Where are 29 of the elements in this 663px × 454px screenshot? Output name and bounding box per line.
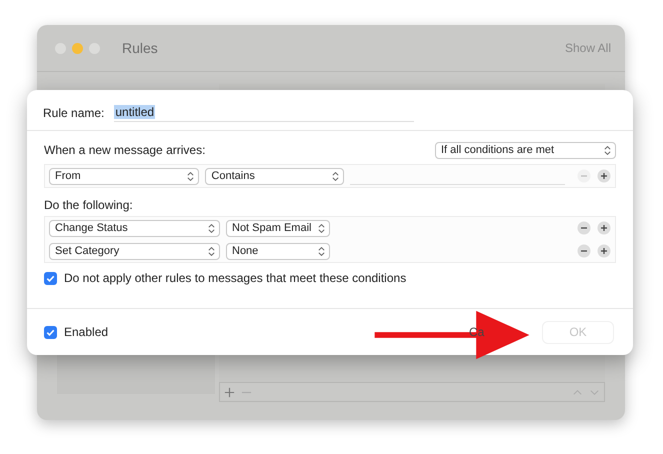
up-down-chevron-icon [604, 144, 611, 156]
popup-menu[interactable]: Set Category [49, 242, 220, 260]
popup-menu[interactable]: Not Spam Email [226, 220, 330, 236]
add-icon[interactable] [597, 221, 611, 235]
add-icon[interactable] [597, 169, 611, 183]
remove-icon[interactable] [577, 244, 591, 258]
rule-name-label: Rule name: [43, 106, 104, 120]
remove-icon[interactable] [577, 221, 591, 235]
up-down-chevron-icon [332, 170, 339, 182]
popup-menu[interactable]: If all conditions are met [435, 142, 616, 158]
plus-icon[interactable] [224, 386, 235, 398]
up-down-chevron-icon [208, 222, 215, 234]
up-down-chevron-icon [318, 222, 325, 234]
stop-rules-label: Do not apply other rules to messages that meet these conditions [64, 271, 406, 285]
checkbox[interactable] [44, 272, 57, 284]
popup-menu[interactable]: From [49, 168, 200, 184]
add-icon[interactable] [597, 244, 611, 258]
up-down-chevron-icon [318, 246, 325, 256]
popup-menu[interactable]: Change Status [49, 220, 220, 236]
section-label: Do the following: [44, 198, 134, 212]
enabled-label: Enabled [64, 325, 108, 339]
popup-menu[interactable]: Contains [205, 168, 344, 184]
window-title: Rules [122, 40, 158, 56]
checkbox[interactable] [44, 326, 57, 338]
up-down-chevron-icon [187, 170, 194, 182]
rule-name-field[interactable]: untitled [114, 104, 414, 122]
popup-menu[interactable]: None [226, 242, 330, 260]
section-label: When a new message arrives: [44, 143, 206, 157]
up-down-chevron-icon [208, 246, 215, 256]
